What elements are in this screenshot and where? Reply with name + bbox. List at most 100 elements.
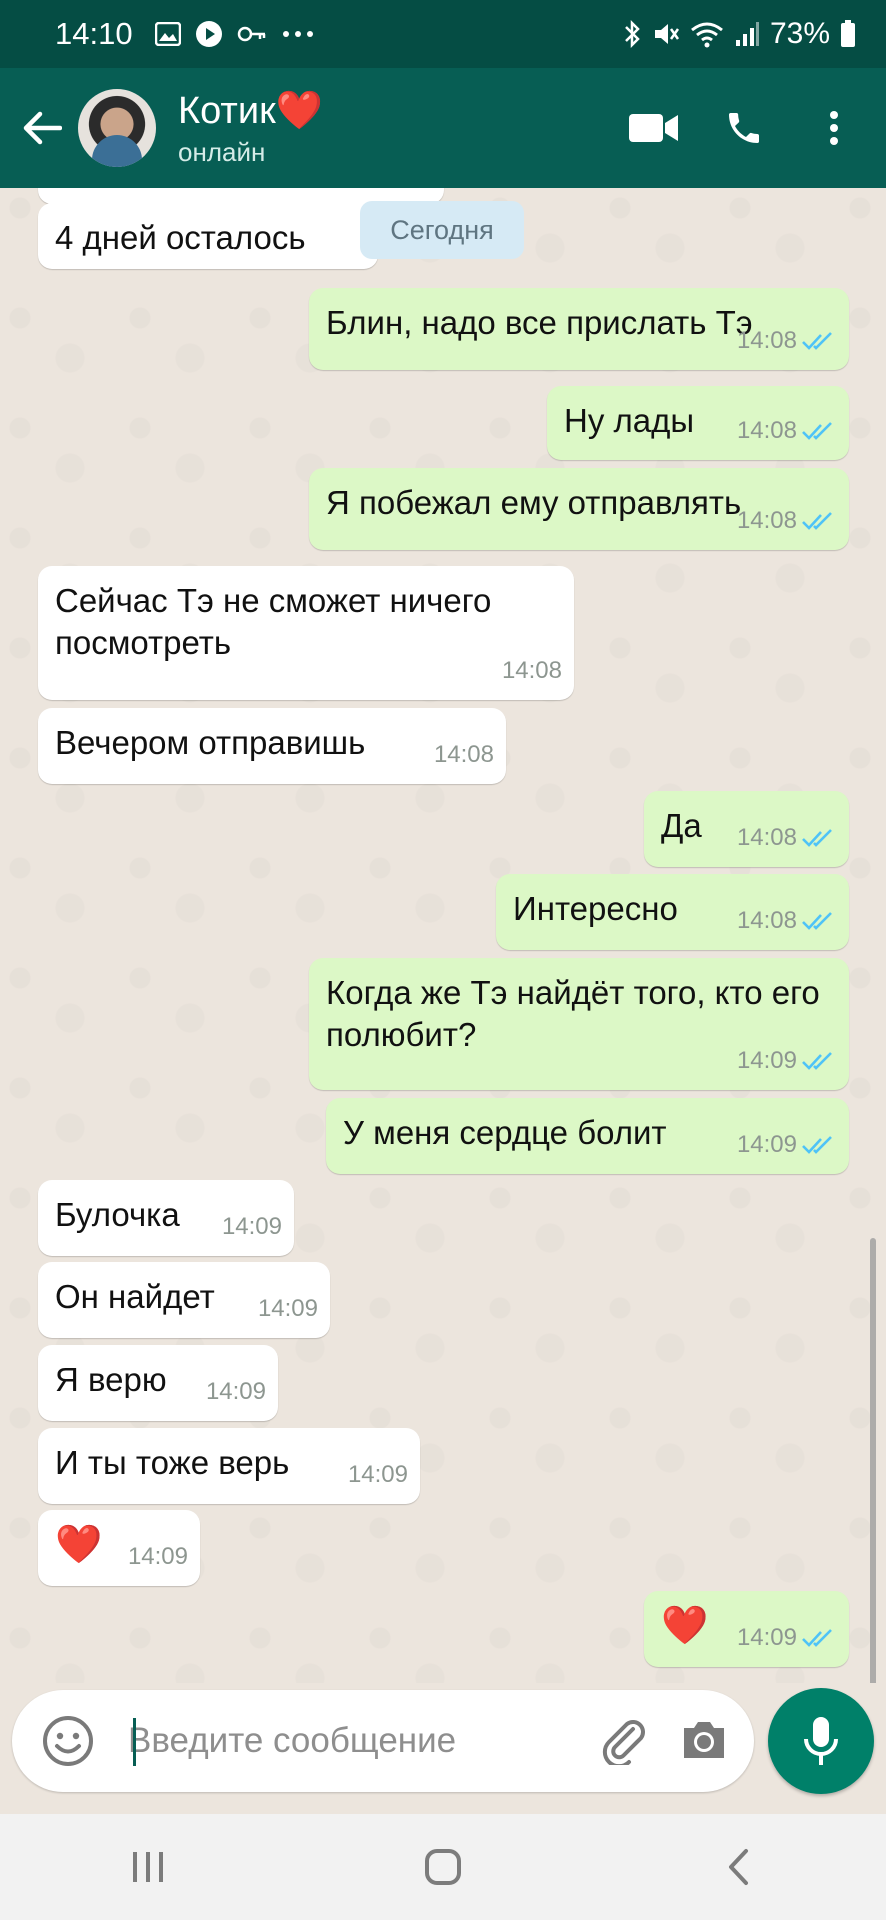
- message-outgoing[interactable]: Когда же Тэ найдёт того, кто его полюбит…: [309, 958, 849, 1090]
- message-composer: [12, 1690, 754, 1792]
- camera-icon: [684, 1722, 724, 1758]
- message-outgoing[interactable]: ❤️ 14:09: [644, 1591, 849, 1667]
- read-ticks-icon: [802, 422, 832, 440]
- contact-status: онлайн: [178, 136, 266, 167]
- avatar[interactable]: [78, 89, 156, 167]
- message-outgoing[interactable]: Я побежал ему отправлять 14:08: [309, 468, 849, 550]
- play-notification-icon: [195, 21, 222, 47]
- message-incoming[interactable]: И ты тоже верь 14:09: [38, 1428, 420, 1504]
- message-time: 14:09: [127, 1543, 188, 1570]
- contact-info[interactable]: Котик❤️ онлайн: [178, 89, 323, 168]
- voice-message-button[interactable]: [768, 1688, 874, 1794]
- message-time: 14:08: [736, 907, 797, 934]
- voice-call-button[interactable]: [716, 100, 772, 156]
- message-time: 14:09: [347, 1461, 408, 1488]
- more-vert-icon: [830, 111, 838, 145]
- nav-back-button[interactable]: [698, 1827, 778, 1907]
- status-time: 14:10: [55, 16, 133, 51]
- back-button[interactable]: [10, 96, 74, 160]
- nav-back-icon: [729, 1849, 749, 1885]
- text-caret: [133, 1718, 136, 1766]
- message-text: ❤️: [55, 1524, 103, 1566]
- message-text: Блин, надо все прислать Тэ: [326, 304, 753, 341]
- read-ticks-icon: [802, 912, 832, 930]
- message-outgoing[interactable]: Ну лады 14:08: [547, 386, 849, 460]
- message-incoming[interactable]: Я верю 14:09: [38, 1345, 278, 1421]
- message-incoming[interactable]: Он найдет 14:09: [38, 1262, 330, 1338]
- message-incoming[interactable]: ❤️ 14:09: [38, 1510, 200, 1586]
- recents-button[interactable]: [108, 1827, 188, 1907]
- message-text: Булочка: [55, 1196, 180, 1233]
- signal-icon: [735, 22, 759, 46]
- message-time: 14:09: [736, 1131, 797, 1158]
- message-time: 14:09: [736, 1047, 797, 1074]
- message-time: 14:08: [736, 507, 797, 534]
- video-call-icon: [629, 114, 678, 142]
- key-notification-icon: [237, 26, 265, 42]
- message-text: ❤️: [661, 1605, 709, 1647]
- chat-header: Котик❤️ онлайн: [0, 68, 886, 188]
- read-ticks-icon: [802, 512, 832, 530]
- heart-emoji: ❤️: [275, 89, 324, 132]
- message-time: 14:08: [736, 417, 797, 444]
- message-time: 14:08: [501, 657, 562, 684]
- message-incoming[interactable]: Вечером отправишь 14:08: [38, 708, 506, 784]
- attach-icon: [602, 1720, 645, 1765]
- message-time: 14:08: [433, 741, 494, 768]
- mute-icon: [654, 24, 679, 44]
- read-ticks-icon: [802, 829, 832, 847]
- read-ticks-icon: [802, 1629, 832, 1647]
- contact-name: Котик❤️: [178, 89, 324, 132]
- message-text: Я верю: [55, 1361, 167, 1398]
- attach-button[interactable]: [592, 1710, 652, 1770]
- message-text: У меня сердце болит: [343, 1114, 667, 1151]
- bluetooth-icon: [625, 19, 640, 49]
- camera-button[interactable]: [674, 1710, 734, 1770]
- message-incoming[interactable]: 4 дней осталось: [38, 203, 378, 269]
- status-bar: 14:10 73%: [0, 0, 886, 68]
- mic-icon: [804, 1717, 838, 1765]
- message-input[interactable]: [126, 1720, 570, 1762]
- video-call-button[interactable]: [626, 100, 682, 156]
- message-outgoing[interactable]: Интересно 14:08: [496, 874, 849, 950]
- message-incoming[interactable]: Булочка 14:09: [38, 1180, 294, 1256]
- message-time: 14:09: [257, 1295, 318, 1322]
- gallery-notification-icon: [154, 22, 181, 46]
- more-options-button[interactable]: [806, 100, 862, 156]
- recents-icon: [132, 1852, 163, 1882]
- wifi-icon: [691, 22, 723, 48]
- read-ticks-icon: [802, 332, 832, 350]
- message-outgoing[interactable]: Да 14:08: [644, 791, 849, 867]
- message-text: Он найдет: [55, 1278, 215, 1315]
- emoji-button[interactable]: [38, 1711, 98, 1771]
- message-text: И ты тоже верь: [55, 1444, 290, 1481]
- message-outgoing[interactable]: Блин, надо все прислать Тэ 14:08: [309, 288, 849, 370]
- message-time: 14:09: [736, 1624, 797, 1651]
- message-time: 14:09: [205, 1378, 266, 1405]
- message-incoming[interactable]: Сейчас Тэ не сможет ничего посмотреть 14…: [38, 566, 574, 700]
- home-button[interactable]: [403, 1827, 483, 1907]
- message-text: Вечером отправишь: [55, 724, 366, 761]
- battery-icon: [841, 20, 855, 47]
- home-icon: [424, 1849, 461, 1885]
- message-time: 14:08: [736, 327, 797, 354]
- read-ticks-icon: [802, 1136, 832, 1154]
- message-outgoing[interactable]: У меня сердце болит 14:09: [326, 1098, 849, 1174]
- message-text: Ну лады: [564, 402, 695, 439]
- scrollbar[interactable]: [870, 1238, 876, 1683]
- back-arrow-icon: [23, 111, 62, 145]
- message-text: Интересно: [513, 890, 678, 927]
- date-chip: Сегодня: [360, 201, 524, 259]
- phone-icon: [729, 113, 759, 143]
- message-text: Я побежал ему отправлять: [326, 484, 742, 521]
- emoji-icon: [43, 1716, 93, 1766]
- message-text: Да: [661, 807, 702, 844]
- system-nav-bar: [0, 1814, 886, 1920]
- message-time: 14:09: [221, 1213, 282, 1240]
- battery-percent: 73%: [769, 17, 830, 50]
- chat-area[interactable]: 4 дней осталось Сегодня Блин, надо все п…: [0, 188, 886, 1683]
- message-text: Сейчас Тэ не сможет ничего посмотреть: [55, 582, 492, 661]
- message-text: 4 дней осталось: [55, 219, 306, 256]
- more-notifications-icon: [282, 31, 313, 37]
- read-ticks-icon: [802, 1052, 832, 1070]
